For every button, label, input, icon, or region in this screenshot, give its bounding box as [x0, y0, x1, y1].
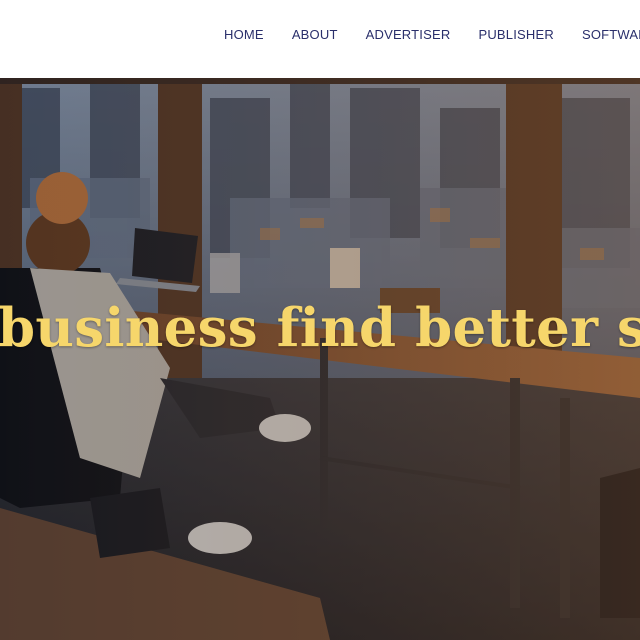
nav-home[interactable]: HOME	[224, 27, 264, 43]
nav-publisher[interactable]: PUBLISHER	[478, 27, 554, 43]
site-header: HOME ABOUT ADVERTISER PUBLISHER SOFTWARE…	[0, 0, 640, 78]
nav-about[interactable]: ABOUT	[292, 27, 338, 43]
hero-banner: business find better sol	[0, 78, 640, 640]
nav-software[interactable]: SOFTWARE S	[582, 27, 640, 43]
nav-advertiser[interactable]: ADVERTISER	[366, 27, 451, 43]
hero-headline: business find better sol	[0, 297, 640, 359]
main-nav: HOME ABOUT ADVERTISER PUBLISHER SOFTWARE…	[224, 27, 640, 43]
hero-background-image	[0, 78, 640, 640]
